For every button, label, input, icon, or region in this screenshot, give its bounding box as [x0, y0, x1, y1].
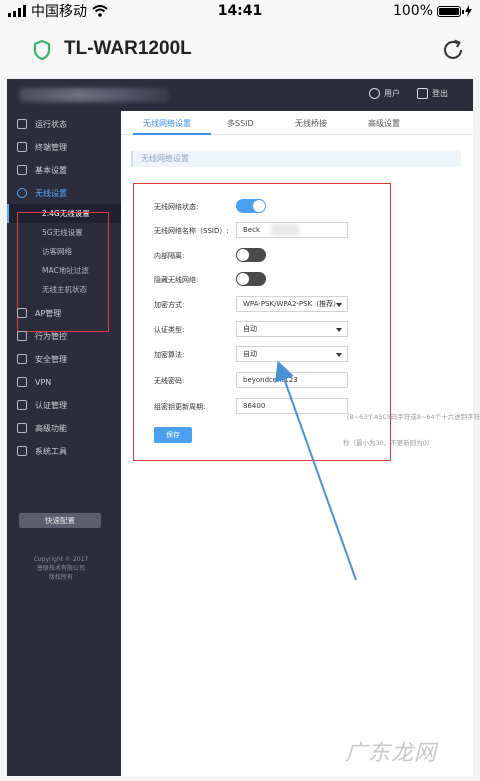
auth-icon [17, 400, 27, 410]
sidebar-item-clients[interactable]: 终端管理 [7, 136, 121, 158]
auth-type-select[interactable]: 自动 [236, 321, 348, 337]
wireless-status-label: 无线网络状态: [154, 203, 199, 211]
hide-ssid-label: 隐藏无线网络: [154, 276, 199, 284]
ssid-input[interactable]: Beck [236, 222, 348, 238]
tab-multi-ssid[interactable]: 多SSID [227, 118, 254, 129]
sidebar-item-label: 系统工具 [35, 446, 67, 456]
logout-icon [417, 88, 428, 99]
sidebar-item-status[interactable]: 运行状态 [7, 113, 121, 135]
sidebar-item-label: VPN [35, 377, 52, 387]
save-button[interactable]: 保存 [154, 427, 192, 443]
signal-icon [8, 5, 26, 17]
sidebar: 运行状态 终端管理 基本设置 无线设置 2.4G无线设置 5G无线设置 访客网络… [7, 111, 121, 776]
section-title: 无线网络设置 [131, 151, 461, 167]
top-nav: 用户 登出 [7, 79, 473, 111]
sidebar-item-behavior[interactable]: 行为管控 [7, 325, 121, 347]
brand-logo-blurred [19, 88, 169, 102]
sidebar-item-label: 安全管理 [35, 354, 67, 364]
phone-screen: 中国移动 14:41 100% TL-WAR1200L 用户 登出 运行状态 终… [0, 0, 480, 781]
sidebar-item-label: 运行状态 [35, 119, 67, 129]
sidebar-item-label: AP管理 [35, 308, 62, 318]
cloud-icon [17, 377, 27, 387]
quick-config-button[interactable]: 快速配置 [19, 513, 101, 528]
watermark: 广东龙网 [345, 741, 438, 766]
cipher-select[interactable]: 自动 [236, 346, 348, 362]
copyright-line: Copyright © 2017 [33, 556, 89, 563]
monitor-icon [17, 119, 27, 129]
sidebar-item-label: 无线设置 [35, 188, 67, 198]
wifi-icon [17, 188, 27, 198]
sidebar-item-label: 基本设置 [35, 165, 67, 175]
sidebar-item-basic[interactable]: 基本设置 [7, 159, 121, 181]
shield-icon [33, 40, 51, 60]
sidebar-item-auth[interactable]: 认证管理 [7, 394, 121, 416]
battery-icon [437, 5, 464, 17]
wireless-status-toggle[interactable] [236, 199, 266, 213]
encryption-select[interactable]: WPA-PSK/WPA2-PSK（推荐） [236, 296, 348, 312]
sidebar-item-label: 终端管理 [35, 142, 67, 152]
copyright: Copyright © 2017 普联技术有限公司 版权所有 [7, 555, 115, 582]
sidebar-item-label: 认证管理 [35, 400, 67, 410]
sidebar-item-wireless[interactable]: 无线设置 [7, 182, 121, 204]
cipher-value: 自动 [243, 350, 257, 358]
rekey-hint: 秒（最小为30，不更新则为0） [343, 439, 434, 447]
rekey-input[interactable]: 86400 [236, 398, 348, 414]
ssid-value: Beck [243, 226, 261, 234]
tab-wireless-settings[interactable]: 无线网络设置 [143, 118, 191, 129]
password-input[interactable]: beyondcent123 [236, 372, 348, 388]
password-value: beyondcent123 [243, 376, 298, 384]
carrier-label: 中国移动 [31, 4, 87, 20]
ssid-label: 无线网络名称（SSID）: [154, 227, 229, 235]
network-icon [17, 142, 27, 152]
main-content: 无线网络设置 多SSID 无线桥接 高级设置 无线网络设置 无线网络状态: 无线… [121, 111, 480, 776]
refresh-icon[interactable] [440, 37, 466, 63]
logout-button[interactable]: 登出 [417, 88, 448, 99]
gear-icon [17, 165, 27, 175]
isolation-label: 内部隔离: [154, 252, 185, 260]
copyright-line: 版权所有 [48, 574, 73, 581]
shield-icon [17, 354, 27, 364]
sidebar-item-advanced[interactable]: 高级功能 [7, 417, 121, 439]
user-button[interactable]: 用户 [369, 88, 400, 99]
tools-icon [17, 446, 27, 456]
password-hint: （8~63个ASCII码字符或8~64个十六进制字符） [343, 413, 480, 421]
rekey-label: 组密钥更新周期: [154, 403, 206, 411]
user-label: 用户 [384, 89, 400, 98]
rekey-value: 86400 [243, 402, 266, 410]
status-bar: 中国移动 14:41 100% [0, 0, 480, 22]
tab-bar: 无线网络设置 多SSID 无线桥接 高级设置 [121, 111, 473, 135]
router-admin-page: 用户 登出 运行状态 终端管理 基本设置 无线设置 2.4G无线设置 5G无线设… [7, 79, 480, 776]
tab-advanced[interactable]: 高级设置 [368, 118, 400, 129]
tab-bridge[interactable]: 无线桥接 [295, 118, 327, 129]
encryption-value: WPA-PSK/WPA2-PSK（推荐） [243, 300, 341, 308]
app-title: TL-WAR1200L [64, 38, 192, 59]
user-icon [369, 88, 380, 99]
app-header: TL-WAR1200L [0, 22, 480, 78]
wifi-icon [92, 5, 108, 17]
isolation-toggle[interactable] [236, 248, 266, 262]
hide-ssid-toggle[interactable] [236, 272, 266, 286]
auth-type-value: 自动 [243, 325, 257, 333]
logout-label: 登出 [432, 89, 448, 98]
password-label: 无线密码: [154, 377, 185, 385]
grid-icon [17, 423, 27, 433]
control-icon [17, 331, 27, 341]
ssid-redaction [271, 224, 299, 236]
ap-icon [17, 308, 27, 318]
charging-icon [465, 5, 472, 17]
sidebar-item-security[interactable]: 安全管理 [7, 348, 121, 370]
encryption-label: 加密方式: [154, 301, 185, 309]
copyright-line: 普联技术有限公司 [36, 565, 85, 572]
sidebar-item-vpn[interactable]: VPN [7, 371, 121, 393]
sidebar-item-ap[interactable]: AP管理 [7, 302, 121, 324]
battery-percent: 100% [392, 3, 433, 19]
sidebar-item-tools[interactable]: 系统工具 [7, 440, 121, 462]
cipher-label: 加密算法: [154, 351, 185, 359]
active-tab-indicator [133, 133, 211, 135]
sidebar-item-label: 行为管控 [35, 331, 67, 341]
auth-type-label: 认证类型: [154, 326, 185, 334]
sidebar-item-label: 高级功能 [35, 423, 67, 433]
